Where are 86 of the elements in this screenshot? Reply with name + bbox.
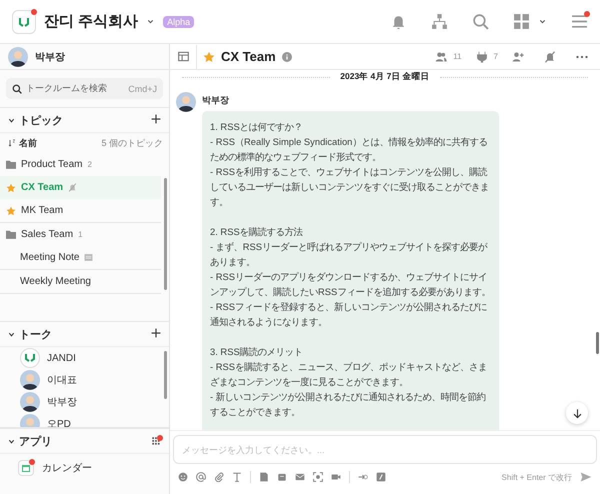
chevron-icon[interactable] (8, 330, 15, 338)
chevron-down-icon[interactable] (538, 17, 547, 26)
chevron-icon[interactable] (8, 116, 15, 124)
search-icon (12, 84, 22, 94)
user-avatar (8, 46, 28, 66)
section-title[interactable]: トピック (19, 112, 63, 128)
mail-icon[interactable] (295, 472, 305, 482)
talk-name[interactable]: 박부장 (47, 395, 77, 409)
message-text: - RSSフィードを登録すると、新しいコンテンツが公開されるたびに通知されるようになります。 (210, 300, 488, 329)
paperclip-icon[interactable] (214, 472, 224, 482)
member-count: 11 (453, 52, 462, 61)
bell-icon[interactable] (390, 13, 407, 30)
logo-icon (18, 16, 30, 28)
alpha-badge: Alpha (163, 16, 194, 28)
mention-icon[interactable] (196, 472, 206, 482)
members-icon[interactable] (435, 50, 448, 62)
slash-command-icon[interactable] (376, 472, 386, 482)
topic-item[interactable]: MK Team (0, 199, 161, 222)
search-field[interactable]: トークルームを検索 Cmd+J (6, 78, 163, 99)
box-icon[interactable] (277, 472, 287, 482)
section-title[interactable]: トーク (19, 326, 52, 342)
calendar-icon (21, 463, 31, 473)
chevron-down-icon[interactable] (146, 17, 156, 26)
integration-count: 7 (494, 52, 498, 61)
scroll-down-button[interactable] (566, 402, 588, 424)
search-icon[interactable] (472, 13, 489, 30)
message-text: 1. RSSとは何ですか？ (210, 120, 304, 134)
talk-name[interactable]: 이대표 (47, 373, 77, 387)
topic-item[interactable]: Meeting Note (0, 246, 161, 269)
message-text: - RSSリーダーのアプリをダウンロードするか、ウェブサイトにサインアップして、購読したいRSSフィードを追加する必要があります。 (210, 270, 491, 299)
app-name[interactable]: カレンダー (42, 461, 92, 475)
sort-icon[interactable] (8, 139, 16, 147)
star-icon (6, 206, 16, 216)
menu-icon[interactable] (571, 13, 588, 30)
user-avatar (20, 370, 40, 390)
muted-bell-icon[interactable] (544, 50, 556, 62)
app-logo[interactable] (12, 10, 36, 34)
message-text: 3. RSS購読のメリット (210, 345, 304, 359)
user-avatar (20, 392, 40, 412)
plus-icon[interactable] (151, 328, 161, 338)
message-text: - まず、RSSリーダーと呼ばれるアプリやウェブサイトを探す必要があります。 (210, 240, 488, 269)
message-text: - RSS（Really Simple Syndication）とは、情報を効率的に共有するための標準的なウェブフィード形式です。 (210, 135, 488, 164)
note-icon (84, 253, 94, 262)
arrow-down-icon (572, 408, 582, 418)
message-text: - RSSを利用することで、ウェブサイトはコンテンツを公開し、購読しているユーザーは新しいコンテンツをすぐに受け取ることができます。 (210, 165, 490, 209)
send-icon[interactable] (580, 471, 592, 483)
star-icon (6, 182, 16, 192)
folder-icon (6, 160, 16, 169)
talk-name[interactable]: JANDI (47, 352, 76, 364)
layout-icon (178, 51, 188, 62)
talk-name[interactable]: 오PD (47, 417, 71, 427)
video-icon[interactable] (331, 472, 341, 482)
workspace-name[interactable]: 잔디 주식회사 (44, 12, 138, 31)
smiley-icon[interactable] (178, 472, 188, 482)
folder-icon (6, 230, 16, 239)
enter-icon[interactable] (358, 472, 368, 482)
scrollbar[interactable] (596, 332, 599, 354)
newline-hint: Shift + Enter で改行 (502, 472, 572, 482)
message-input[interactable]: メッセージを入力してください。... (173, 435, 597, 464)
add-user-icon[interactable] (512, 50, 524, 62)
section-title[interactable]: アプリ (19, 434, 52, 448)
star-icon[interactable] (203, 50, 215, 62)
chevron-icon[interactable] (8, 438, 15, 444)
text-format-icon[interactable] (232, 472, 242, 482)
message-text: - 新しいコンテンツが公開されるたびに通知されるため、時間を節約することができます。 (210, 390, 487, 419)
file-icon[interactable] (259, 472, 269, 482)
plus-icon[interactable] (151, 114, 161, 124)
topic-item[interactable]: Sales Team 1 (0, 223, 161, 246)
scrollbar[interactable] (164, 178, 167, 290)
channel-title: CX Team (221, 49, 276, 64)
sender-name: 박부장 (202, 94, 230, 107)
topic-count: 5 個のトピック (101, 136, 163, 150)
topic-item[interactable]: Product Team 2 (0, 153, 161, 176)
org-chart-icon[interactable] (431, 13, 448, 30)
plug-icon[interactable] (476, 50, 488, 62)
scan-icon[interactable] (313, 472, 323, 482)
message-text: 2. RSSを購読する方法 (210, 225, 304, 239)
scrollbar[interactable] (164, 351, 167, 399)
message-text: - RSSを購読すると、ニュース、ブログ、ポッドキャストなど、さまざまなコンテンツを一度に見ることができます。 (210, 360, 488, 389)
app-tile[interactable] (18, 460, 34, 476)
sort-label[interactable]: 名前 (19, 136, 37, 150)
sender-avatar (176, 92, 196, 112)
topic-item[interactable]: Weekly Meeting (0, 270, 161, 293)
user-name[interactable]: 박부장 (35, 50, 65, 64)
info-icon[interactable] (282, 52, 292, 62)
date-divider: 2023年 4月 7日 金曜日 (340, 71, 430, 83)
